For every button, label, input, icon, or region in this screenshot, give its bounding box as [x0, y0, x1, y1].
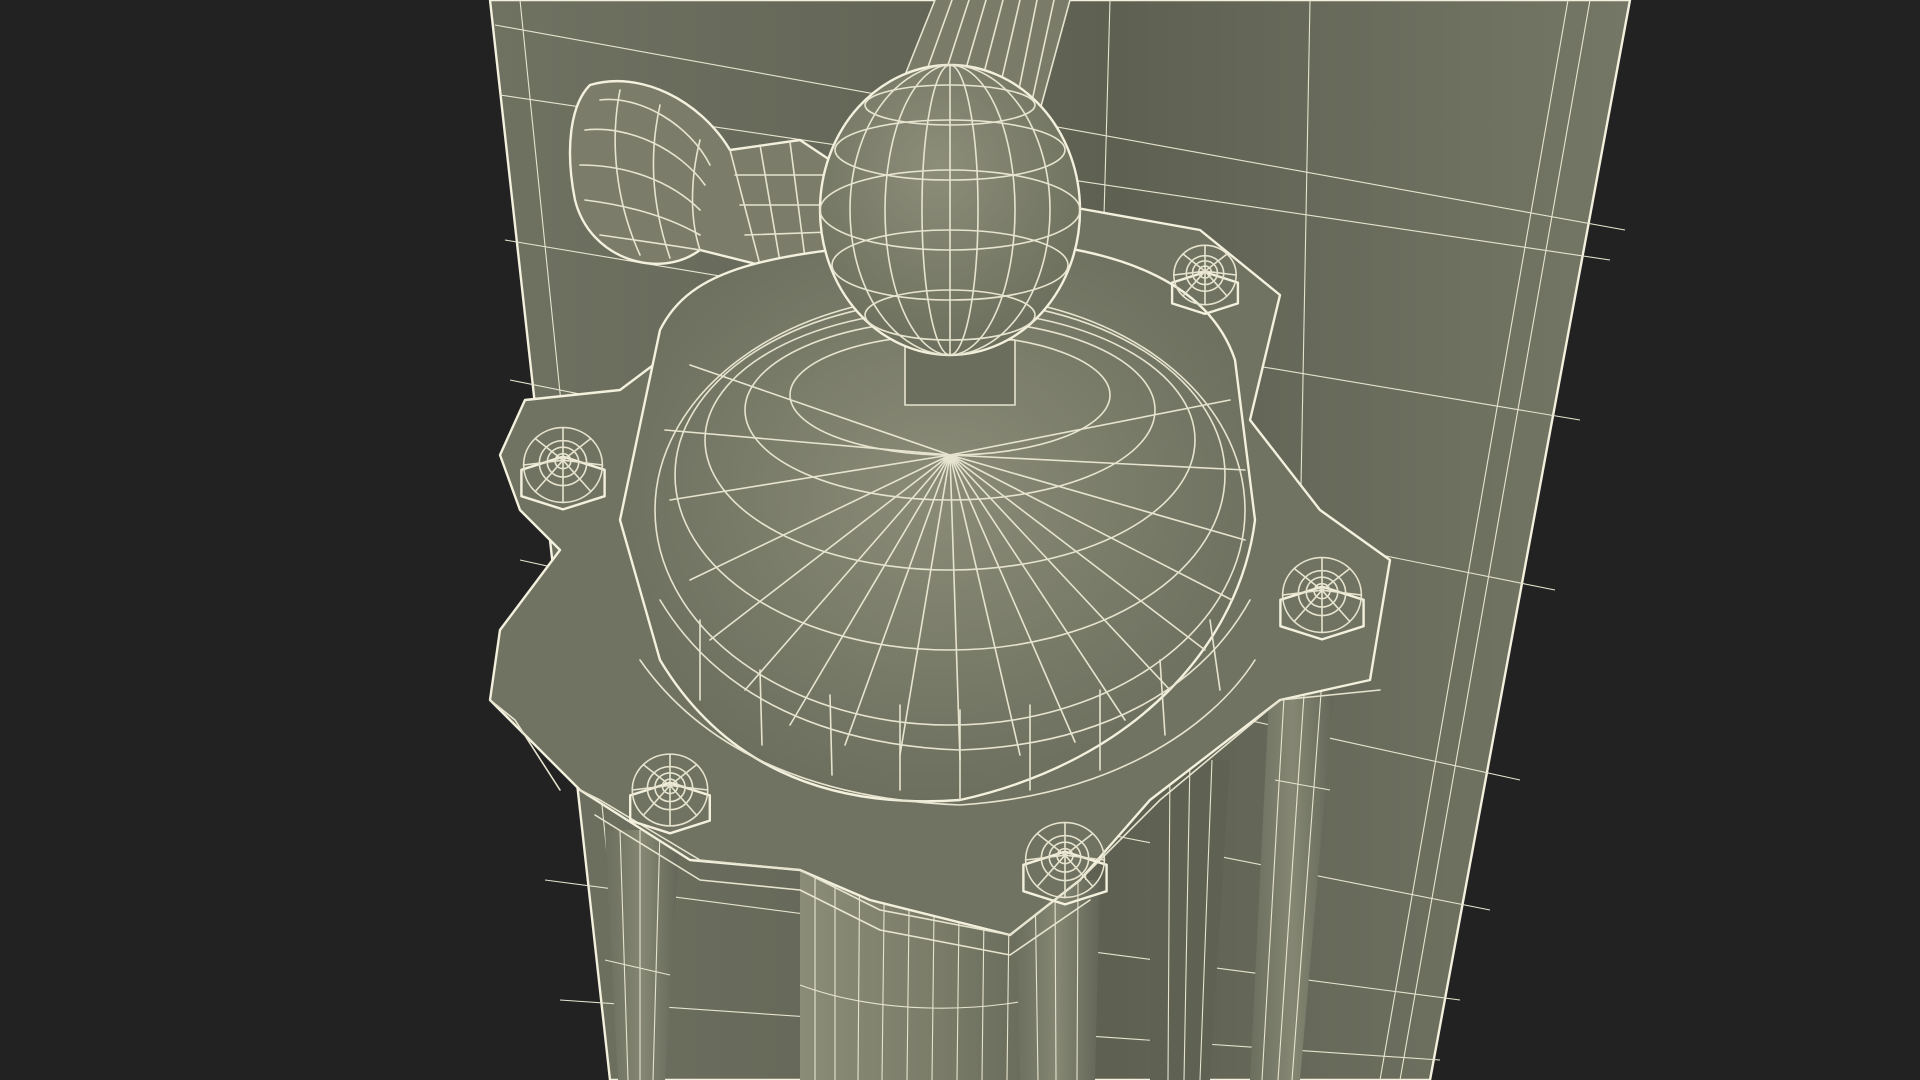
wireframe-model-render [488, 0, 1632, 1080]
3d-viewport[interactable] [0, 0, 1920, 1080]
